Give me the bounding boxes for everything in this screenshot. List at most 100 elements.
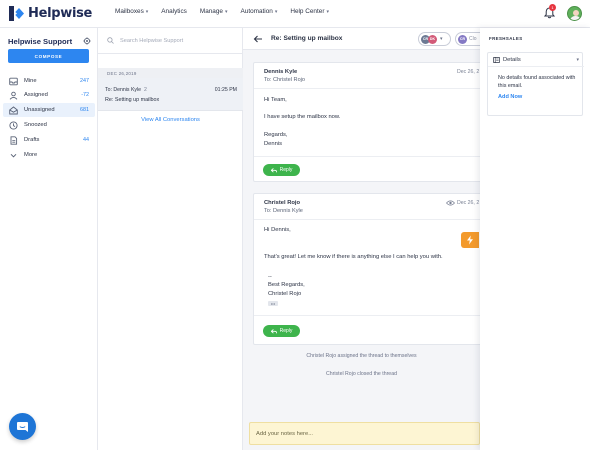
chevron-down-icon: ▾	[274, 8, 278, 15]
divider	[254, 315, 480, 316]
unassigned-inbox-icon	[9, 105, 18, 114]
search-input[interactable]	[120, 37, 235, 44]
nav-analytics-label: Analytics	[161, 8, 187, 15]
notes-input[interactable]: Add your notes here...	[249, 422, 480, 445]
conversation-message-count: 2	[144, 87, 147, 93]
empty-state-text: No details found associated with this em…	[498, 75, 576, 89]
search-bar	[98, 28, 243, 54]
conversation-item[interactable]: To: Dennis Kyle 2 01:25 PM Re: Setting up…	[98, 78, 243, 111]
reply-icon	[270, 167, 277, 172]
folder-assigned-label: Assigned	[24, 92, 48, 98]
panel-title: FRESHSALES	[489, 36, 523, 41]
folder-drafts-count: 44	[83, 137, 89, 143]
message-body-line: Hi Team,	[264, 97, 287, 103]
message-body-line: That's great! Let me know if there is an…	[264, 254, 443, 260]
message-body-line: Christel Rojo	[268, 291, 302, 297]
integration-tab[interactable]	[461, 232, 479, 248]
conversation-list: DEC 26,2019 To: Dennis Kyle2 01:25 PM Re…	[98, 28, 243, 450]
avatar-face	[572, 9, 579, 16]
chat-launcher-button[interactable]	[9, 413, 36, 440]
reply-icon	[270, 328, 277, 333]
user-avatar[interactable]	[567, 6, 582, 21]
nav-automation-label: Automation	[240, 8, 273, 15]
message-date: Dec 26, 2	[457, 69, 480, 75]
thread-header: Re: Setting up mailbox CR DK ▾ CR Clo	[243, 28, 480, 50]
notifications-button[interactable]: 1	[544, 4, 556, 19]
main-menu: Mailboxes ▾ Analytics Manage ▾ Automation ▾…	[115, 8, 329, 15]
assignee-avatar: DK	[428, 34, 437, 44]
gear-icon	[83, 37, 91, 45]
message-body-line: Best Regards,	[268, 282, 305, 288]
folder-more-label: More	[24, 152, 38, 158]
reply-label: Reply	[279, 328, 293, 334]
details-card-icon	[493, 56, 500, 63]
folder-snoozed-label: Snoozed	[24, 122, 47, 128]
nav-mailboxes[interactable]: Mailboxes ▾	[115, 8, 148, 15]
message-recipient: To: Dennis Kyle	[264, 208, 303, 214]
avatar-body	[570, 16, 581, 20]
compose-button[interactable]: COMPOSE	[8, 49, 89, 63]
message-date: Dec 26, 2	[457, 200, 480, 206]
chevron-down-icon: ▾	[145, 8, 149, 15]
chat-icon	[17, 421, 28, 432]
message-body-line: Dennis	[264, 141, 283, 147]
folder-mine[interactable]: Mine 247	[3, 74, 95, 88]
nav-help-center[interactable]: Help Center ▾	[290, 8, 329, 15]
folder-drafts-label: Drafts	[24, 137, 40, 143]
message-body-line: Regards,	[264, 132, 288, 138]
chevron-down-icon: ▾	[224, 8, 228, 15]
divider	[254, 88, 480, 89]
chevron-down-icon: ▾	[326, 8, 329, 15]
divider	[254, 156, 480, 157]
activity-log-entry: Christel Rojo closed the thread	[326, 371, 397, 377]
integrations-panel: FRESHSALES Details ▾ No details found as…	[480, 28, 590, 450]
folder-snoozed[interactable]: Snoozed	[3, 118, 95, 132]
nav-manage[interactable]: Manage ▾	[200, 8, 228, 15]
nav-automation[interactable]: Automation ▾	[241, 8, 278, 15]
inbox-icon	[9, 77, 18, 85]
reply-button[interactable]: Reply	[263, 164, 300, 176]
conversation-to: To: Dennis Kyle	[105, 87, 142, 93]
status-avatar: CR	[458, 34, 467, 44]
message-body-line: --	[268, 274, 272, 280]
folder-unassigned-label: Unassigned	[24, 107, 55, 113]
date-group-header: DEC 26,2019	[98, 68, 243, 78]
status-label: Clo	[469, 36, 477, 42]
message-card: Dennis Kyle To: Christel Rojo Dec 26, 2 …	[253, 62, 480, 182]
folder-unassigned[interactable]: Unassigned 681	[3, 103, 95, 117]
reply-label: Reply	[279, 167, 293, 173]
status-selector[interactable]: CR Clo	[455, 32, 480, 46]
top-navbar: Helpwise Mailboxes ▾ Analytics Manage ▾ Au…	[0, 0, 590, 28]
chevron-down-icon: ▾	[576, 56, 579, 63]
message-sender: Dennis Kyle	[264, 69, 298, 75]
add-now-link[interactable]: Add Now	[498, 94, 522, 100]
brand-logo[interactable]: Helpwise	[8, 5, 92, 22]
divider	[254, 219, 480, 220]
reply-button[interactable]: Reply	[263, 325, 300, 337]
show-trimmed-content-button[interactable]: •••	[268, 301, 278, 306]
message-body-line: Hi Dennis,	[264, 227, 291, 233]
sidebar: Helpwise Support COMPOSE Mine 247 Assign…	[0, 28, 98, 450]
nav-analytics[interactable]: Analytics	[161, 8, 187, 15]
search-icon	[107, 37, 114, 44]
message-sender: Christel Rojo	[264, 200, 301, 206]
details-card: Details ▾ No details found associated wi…	[487, 52, 584, 116]
view-all-conversations-link[interactable]: View All Conversations	[98, 117, 243, 123]
inbox-settings-button[interactable]	[83, 37, 91, 45]
assignee-selector[interactable]: CR DK ▾	[418, 32, 451, 46]
message-recipient: To: Christel Rojo	[264, 77, 306, 83]
folder-drafts[interactable]: Drafts 44	[3, 133, 95, 147]
thread-view: Re: Setting up mailbox CR DK ▾ CR Clo De…	[243, 28, 480, 450]
conversation-subject: Re: Setting up mailbox	[105, 97, 160, 103]
user-icon	[9, 91, 18, 100]
nav-manage-label: Manage	[199, 8, 223, 15]
conversation-time: 01:25 PM	[214, 87, 237, 93]
nav-mailboxes-label: Mailboxes	[115, 8, 144, 15]
message-body-line: I have setup the mailbox now.	[264, 114, 341, 120]
eye-icon[interactable]	[446, 200, 455, 206]
details-card-header[interactable]: Details ▾	[488, 53, 584, 67]
folder-more[interactable]: More	[3, 148, 95, 162]
folder-assigned[interactable]: Assigned -72	[3, 88, 95, 102]
thread-subject: Re: Setting up mailbox	[271, 35, 343, 42]
back-arrow-icon[interactable]	[253, 34, 263, 44]
